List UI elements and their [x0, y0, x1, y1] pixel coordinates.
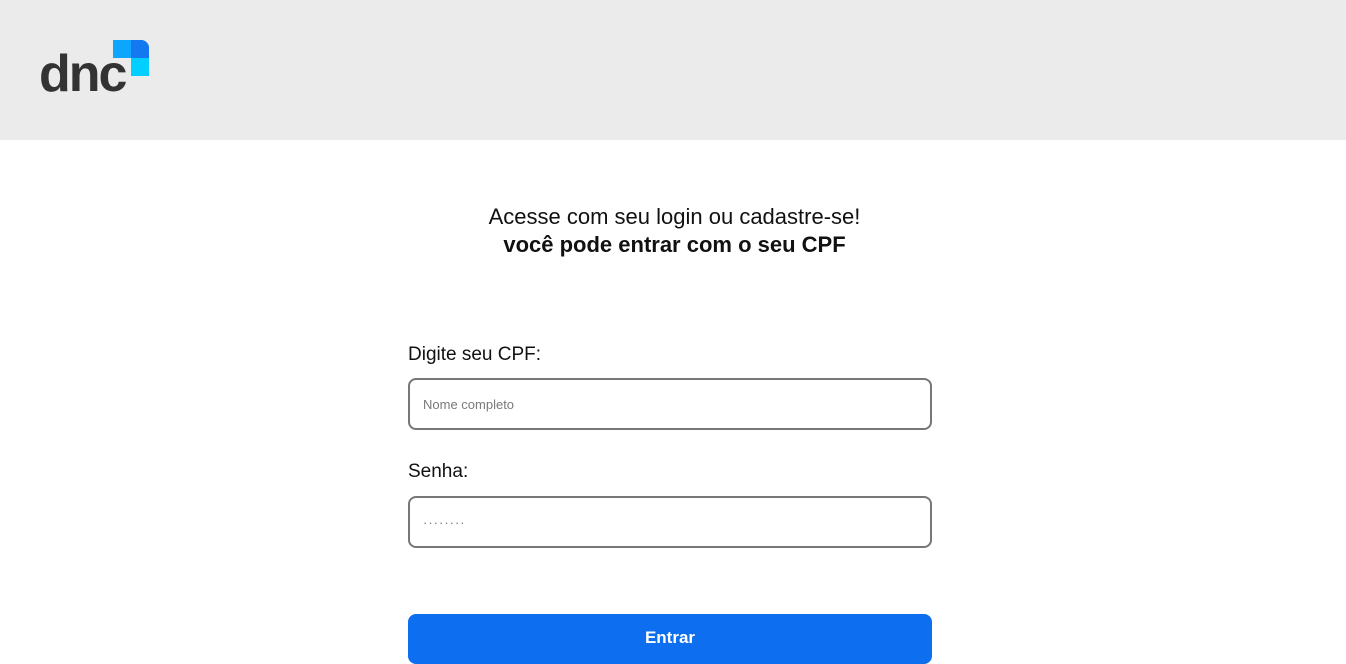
password-label: Senha:: [408, 461, 469, 482]
login-section: Acesse com seu login ou cadastre-se! voc…: [0, 140, 1346, 664]
password-input[interactable]: [408, 496, 932, 548]
logo-mark-icon: [113, 40, 149, 76]
top-header: dnc: [0, 0, 1346, 140]
cpf-label: Digite seu CPF:: [408, 344, 542, 365]
login-subtitle: você pode entrar com o seu CPF: [503, 232, 846, 257]
cpf-input[interactable]: [408, 378, 932, 430]
login-title: Acesse com seu login ou cadastre-se!: [488, 204, 861, 229]
dnc-logo[interactable]: dnc: [39, 40, 151, 100]
submit-button[interactable]: Entrar: [408, 614, 932, 664]
login-heading: Acesse com seu login ou cadastre-se! voc…: [0, 203, 1346, 259]
